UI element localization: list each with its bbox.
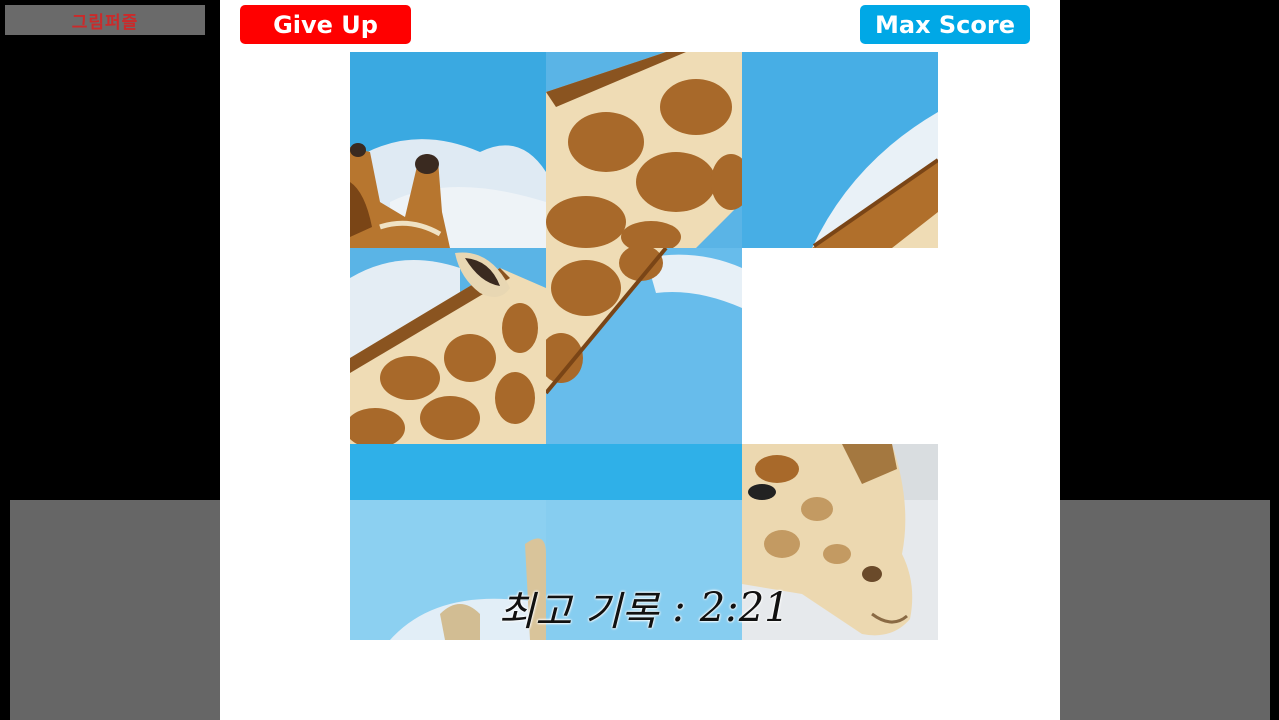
giraffe-neck-pattern-tile [546,52,742,248]
max-score-button[interactable]: Max Score [860,5,1030,44]
giraffe-face-tile [742,444,938,640]
giraffe-ear-neck-tile [350,248,546,444]
puzzle-board [350,52,938,640]
puzzle-tile-1-3[interactable] [742,52,938,248]
game-panel: Give Up Max Score 최고 기록: 2:21 [220,0,1060,720]
sky-ear-tile [350,444,546,640]
puzzle-tile-3-1[interactable] [350,444,546,640]
puzzle-tile-1-1[interactable] [350,52,546,248]
empty-slot [742,248,938,444]
app-title: 그림퍼즐 [5,5,205,35]
puzzle-tile-3-2[interactable] [546,444,742,640]
puzzle-tile-2-1[interactable] [350,248,546,444]
giraffe-ossicones-tile [350,52,546,248]
puzzle-tile-3-3[interactable] [742,444,938,640]
giraffe-neck-sky-tile [546,248,742,444]
game-screen: 그림퍼즐 Give Up Max Score 최고 기록: 2:21 [0,0,1279,720]
giraffe-neck-edge-sky-tile [742,52,938,248]
give-up-button[interactable]: Give Up [240,5,411,44]
sky-tile [546,444,742,640]
puzzle-tile-2-2[interactable] [546,248,742,444]
puzzle-tile-1-2[interactable] [546,52,742,248]
